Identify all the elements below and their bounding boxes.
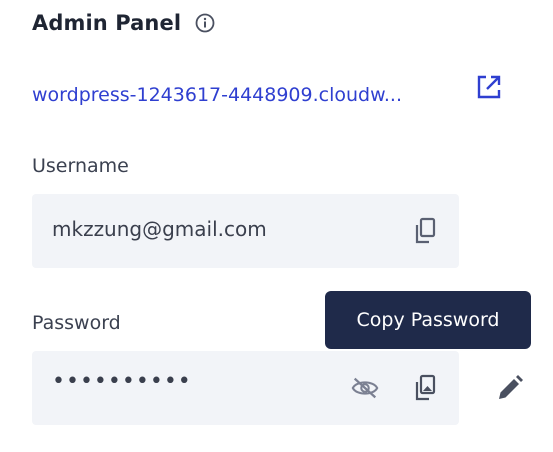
tooltip-text: Copy Password xyxy=(356,309,500,331)
username-field: mkzzung@gmail.com xyxy=(32,194,459,268)
username-value: mkzzung@gmail.com xyxy=(52,217,267,241)
edit-password-button[interactable] xyxy=(494,372,526,404)
site-link-row: wordpress-1243617-4448909.cloudw... xyxy=(32,80,402,110)
copy-password-icon[interactable] xyxy=(410,373,440,403)
page-title: Admin Panel xyxy=(32,11,182,35)
password-label: Password xyxy=(32,312,121,334)
external-link-icon[interactable] xyxy=(474,72,504,102)
site-url-link[interactable]: wordpress-1243617-4448909.cloudw... xyxy=(32,84,402,106)
copy-password-tooltip: Copy Password xyxy=(325,291,531,349)
info-icon[interactable] xyxy=(194,12,216,34)
password-field: •••••••••• xyxy=(32,351,459,425)
eye-off-icon[interactable] xyxy=(350,373,380,403)
admin-panel-header: Admin Panel xyxy=(32,8,216,38)
copy-icon[interactable] xyxy=(410,216,440,246)
password-masked-value: •••••••••• xyxy=(52,369,192,394)
pencil-icon xyxy=(499,375,523,399)
username-label: Username xyxy=(32,155,129,177)
